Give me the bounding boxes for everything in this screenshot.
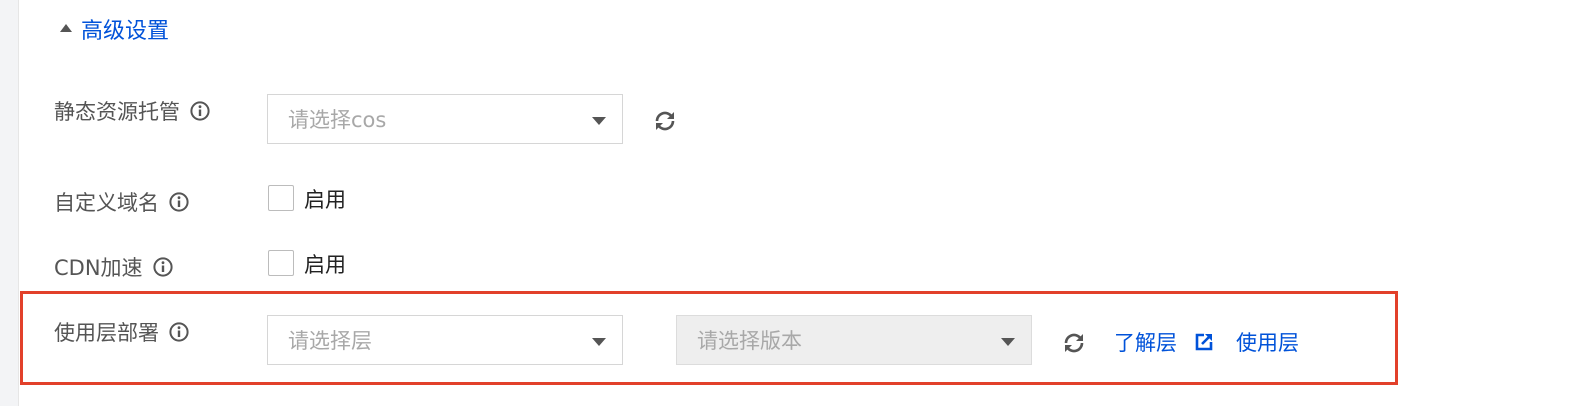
cdn-label: CDN加速 bbox=[54, 256, 143, 280]
cdn-checkbox[interactable] bbox=[268, 250, 294, 276]
custom-domain-label: 自定义域名 bbox=[54, 191, 159, 215]
layer-select-placeholder: 请选择层 bbox=[288, 329, 372, 353]
layer-label-row: 使用层部署 bbox=[54, 317, 189, 347]
chevron-down-icon bbox=[1001, 338, 1015, 346]
external-link-icon[interactable] bbox=[1194, 332, 1214, 352]
info-icon[interactable] bbox=[169, 192, 189, 212]
static-hosting-label: 静态资源托管 bbox=[54, 100, 180, 124]
layer-deploy-label: 使用层部署 bbox=[54, 321, 159, 345]
chevron-down-icon bbox=[592, 338, 606, 346]
layer-version-select: 请选择版本 bbox=[676, 315, 1032, 365]
learn-layer-link[interactable]: 了解层 bbox=[1114, 327, 1177, 357]
custom-domain-checkbox-label: 启用 bbox=[304, 188, 346, 212]
use-layer-link[interactable]: 使用层 bbox=[1236, 327, 1299, 357]
left-sidebar-edge bbox=[0, 0, 19, 406]
chevron-down-icon bbox=[592, 117, 606, 125]
version-select-placeholder: 请选择版本 bbox=[697, 329, 802, 353]
info-icon[interactable] bbox=[190, 101, 210, 121]
cos-select[interactable]: 请选择cos bbox=[267, 94, 623, 144]
caret-up-icon bbox=[60, 24, 72, 32]
custom-domain-checkbox[interactable] bbox=[268, 185, 294, 211]
refresh-icon[interactable] bbox=[652, 108, 678, 134]
info-icon[interactable] bbox=[152, 257, 173, 277]
cos-select-placeholder: 请选择cos bbox=[288, 108, 387, 132]
cdn-label-row: CDN加速 bbox=[54, 252, 173, 282]
cdn-checkbox-label: 启用 bbox=[304, 253, 346, 277]
static-hosting-label-row: 静态资源托管 bbox=[54, 96, 210, 126]
layer-select[interactable]: 请选择层 bbox=[267, 315, 623, 365]
info-icon[interactable] bbox=[169, 322, 189, 342]
custom-domain-label-row: 自定义域名 bbox=[54, 187, 189, 217]
advanced-settings-toggle[interactable]: 高级设置 bbox=[60, 14, 169, 44]
advanced-settings-label: 高级设置 bbox=[81, 19, 170, 44]
refresh-icon[interactable] bbox=[1061, 330, 1087, 356]
